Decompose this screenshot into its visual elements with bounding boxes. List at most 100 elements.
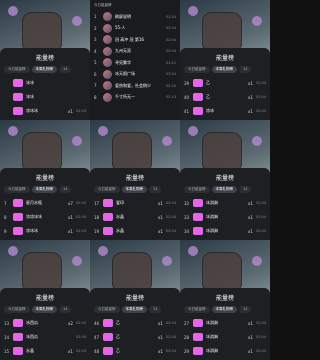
tab-today[interactable]: 今日能量榜 xyxy=(184,186,210,193)
tab-week-gift[interactable]: 本周礼物榜 xyxy=(31,306,57,313)
user-row[interactable]: 2 55-人 02:04 xyxy=(90,23,180,35)
ranking-list: 32 冰淇淋 x1 02:04 33 冰淇淋 x1 02:04 34 冰淇淋 x… xyxy=(180,196,270,240)
flower-decoration xyxy=(72,256,82,266)
tab-week-gift[interactable]: 本周礼物榜 xyxy=(121,306,147,313)
ranking-row[interactable]: 41 凉冰 x1 02:04 xyxy=(180,104,270,118)
tab-week-gift[interactable]: 本周礼物榜 xyxy=(31,186,57,193)
tab-week-gift[interactable]: 本周礼物榜 xyxy=(211,306,237,313)
ranking-row[interactable]: 7 星月水瓶 x7 02:04 xyxy=(0,196,90,210)
ranking-row[interactable]: 13 冰西瓜 x2 02:04 xyxy=(0,316,90,330)
avatar xyxy=(103,81,112,91)
tab-count[interactable]: 14 xyxy=(149,306,162,313)
ranking-row[interactable]: 46 乙 x1 02:04 xyxy=(90,316,180,330)
ranking-row[interactable]: 19 水晶 x1 02:04 xyxy=(90,224,180,238)
tab-count[interactable]: 14 xyxy=(59,186,72,193)
rank-number: 27 xyxy=(184,320,190,326)
ranking-panel-screenshot: 能量榜 今日能量榜 本周礼物榜 14 13 冰西瓜 x2 02:04 14 冰西… xyxy=(0,240,90,360)
flower-decoration xyxy=(72,16,82,26)
ranking-row[interactable]: 28 冰淇淋 x1 02:04 xyxy=(180,330,270,344)
ranking-row[interactable]: 冰冰 xyxy=(0,90,90,104)
row-time: 02:04 xyxy=(165,37,176,42)
ranking-row[interactable]: 47 乙 x1 02:04 xyxy=(90,330,180,344)
gift-icon xyxy=(193,213,203,221)
ranking-row[interactable]: 9 凉冰冰 x1 02:04 xyxy=(0,224,90,238)
ranking-row[interactable]: 15 水晶 x1 02:04 xyxy=(0,344,90,358)
tab-today[interactable]: 今日能量榜 xyxy=(4,186,30,193)
ranking-row[interactable]: 14 冰西瓜 02:04 xyxy=(0,330,90,344)
tab-today[interactable]: 今日能量榜 xyxy=(184,306,210,313)
user-name: 冰天照广场 xyxy=(115,71,135,77)
tab-count[interactable]: 14 xyxy=(149,186,162,193)
tab-week-gift[interactable]: 本周礼物榜 xyxy=(31,66,57,73)
rank-number: 47 xyxy=(94,334,100,340)
user-row[interactable]: 8 千寸所无一 02:13 xyxy=(90,92,180,104)
tab-week-gift[interactable]: 本周礼物榜 xyxy=(211,186,237,193)
row-time: 02:04 xyxy=(75,215,86,219)
gift-name: 冰淇淋 xyxy=(206,320,218,325)
tab-week-gift[interactable]: 本周礼物榜 xyxy=(211,66,237,73)
user-row[interactable]: 5 寻觅繁华 01:22 xyxy=(90,57,180,69)
gift-name: 冰淇淋 xyxy=(206,200,218,205)
row-time: 02:04 xyxy=(255,215,266,219)
tab-today[interactable]: 今日能量榜 xyxy=(94,306,120,313)
user-row[interactable]: 1 刷屏说明 02:54 xyxy=(90,11,180,23)
tab-count[interactable]: 14 xyxy=(59,306,72,313)
panel-title: 能量榜 xyxy=(35,175,54,182)
user-row[interactable]: 4 九州无双 02:04 xyxy=(90,46,180,58)
rank-number: 29 xyxy=(184,348,190,354)
screenshot-grid: 能量榜 今日能量榜 本周礼物榜 14 冰冰 冰冰 凉冰冰 x1 02:04 能量… xyxy=(0,0,270,360)
tab-count[interactable]: 14 xyxy=(239,66,252,73)
handbag-image xyxy=(202,12,242,50)
ranking-row[interactable]: 32 冰淇淋 x1 02:04 xyxy=(180,196,270,210)
gift-name: 冰淇淋 xyxy=(206,228,218,233)
gift-name: 乙 xyxy=(116,334,120,339)
ranking-row[interactable]: 33 冰淇淋 x1 02:04 xyxy=(180,210,270,224)
user-row[interactable]: 6 冰天照广场 02:54 xyxy=(90,69,180,81)
gift-icon xyxy=(13,333,23,341)
ranking-row[interactable]: 凉冰冰 x1 02:04 xyxy=(0,104,90,118)
row-time: 02:20 xyxy=(165,83,176,88)
row-time: 02:04 xyxy=(255,349,266,353)
rank-number: 8 xyxy=(94,94,97,100)
ranking-row[interactable]: 27 冰淇淋 x1 02:04 xyxy=(180,316,270,330)
tab-count[interactable]: 14 xyxy=(239,186,252,193)
tab-week-gift[interactable]: 本周礼物榜 xyxy=(121,186,147,193)
row-time: 02:04 xyxy=(165,229,176,233)
tab-today[interactable]: 今日能量榜 xyxy=(94,186,120,193)
ranking-row[interactable]: 29 冰淇淋 x1 02:04 xyxy=(180,344,270,358)
ranking-row[interactable]: 39 乙 x1 02:04 xyxy=(180,76,270,90)
rank-number: 32 xyxy=(184,200,190,206)
ranking-row[interactable]: 冰冰 xyxy=(0,76,90,90)
ranking-list: 39 乙 x1 02:04 40 乙 x1 02:04 41 凉冰 x1 02:… xyxy=(180,76,270,120)
tab-today[interactable]: 今日能量榜 xyxy=(184,66,210,73)
rank-number: 19 xyxy=(94,228,100,234)
ranking-row[interactable]: 8 凉凉冰冰 x1 02:04 xyxy=(0,210,90,224)
user-row[interactable]: 7 爱热和爱，社会稍少 02:20 xyxy=(90,80,180,92)
ranking-row[interactable]: 34 冰淇淋 x1 02:04 xyxy=(180,224,270,238)
panel-title: 能量榜 xyxy=(35,295,54,302)
avatar xyxy=(103,92,112,102)
handbag-image xyxy=(112,132,152,170)
rank-number: 7 xyxy=(94,83,97,89)
ranking-list: 冰冰 冰冰 凉冰冰 x1 02:04 凉冰冰 x1 02:04 凉冰冰 x1 0… xyxy=(0,76,90,120)
gift-name: 水晶 xyxy=(116,228,124,233)
row-time: 02:04 xyxy=(165,201,176,205)
rank-number: 5 xyxy=(94,60,97,66)
tab-count[interactable]: 14 xyxy=(239,306,252,313)
ranking-row[interactable]: 48 乙 x1 02:04 xyxy=(90,344,180,358)
tab-today[interactable]: 今日能量榜 xyxy=(4,66,30,73)
ranking-row[interactable]: 17 爱印 x1 02:04 xyxy=(90,196,180,210)
avatar xyxy=(103,46,112,56)
gift-name: 冰淇淋 xyxy=(206,214,218,219)
avatar xyxy=(103,23,112,33)
energy-ranking-panel: 能量榜 今日能量榜 本周礼物榜 14 7 星月水瓶 x7 02:04 8 凉凉冰… xyxy=(0,168,90,240)
tab-count[interactable]: 14 xyxy=(59,66,72,73)
tab-today[interactable]: 今日能量榜 xyxy=(4,306,30,313)
energy-ranking-panel: 能量榜 今日能量榜 本周礼物榜 14 46 乙 x1 02:04 47 乙 x1… xyxy=(90,288,180,360)
ranking-row[interactable]: 40 乙 x1 02:04 xyxy=(180,90,270,104)
flower-decoration xyxy=(8,6,18,16)
user-row[interactable]: 3 冠 高冲 冠 第16 02:04 xyxy=(90,34,180,46)
flower-decoration xyxy=(252,256,262,266)
gift-name: 乙 xyxy=(206,94,210,99)
ranking-row[interactable]: 18 水晶 x1 02:04 xyxy=(90,210,180,224)
